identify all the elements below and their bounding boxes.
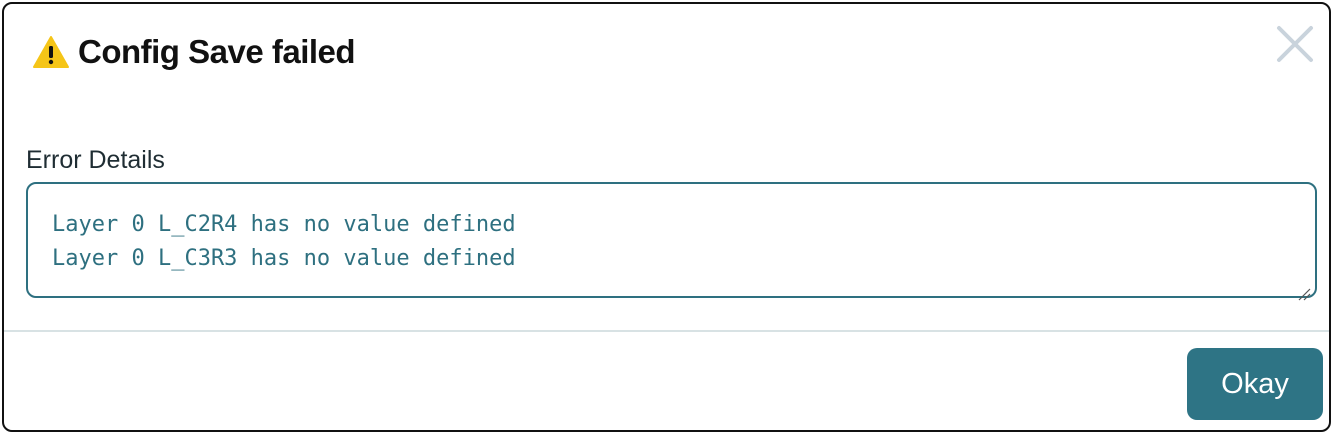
okay-button[interactable]: Okay bbox=[1187, 348, 1323, 420]
close-button[interactable] bbox=[1273, 22, 1317, 66]
error-line: Layer 0 L_C3R3 has no value defined bbox=[52, 246, 516, 271]
dialog-title: Config Save failed bbox=[78, 33, 356, 70]
title-row: Config Save failed bbox=[32, 30, 356, 74]
error-line: Layer 0 L_C2R4 has no value defined bbox=[52, 212, 516, 237]
config-save-failed-dialog: Config Save failed Error Details Layer 0… bbox=[2, 2, 1331, 432]
resize-grip-icon[interactable] bbox=[1297, 278, 1311, 301]
dialog-body: Error Details Layer 0 L_C2R4 has no valu… bbox=[4, 104, 1329, 330]
close-icon bbox=[1273, 26, 1317, 69]
warning-triangle-icon bbox=[32, 35, 70, 69]
dialog-header: Config Save failed bbox=[4, 4, 1329, 104]
dialog-footer: Okay bbox=[4, 332, 1329, 430]
error-details-label: Error Details bbox=[26, 146, 165, 174]
error-details-textarea[interactable]: Layer 0 L_C2R4 has no value defined Layer… bbox=[26, 182, 1317, 301]
